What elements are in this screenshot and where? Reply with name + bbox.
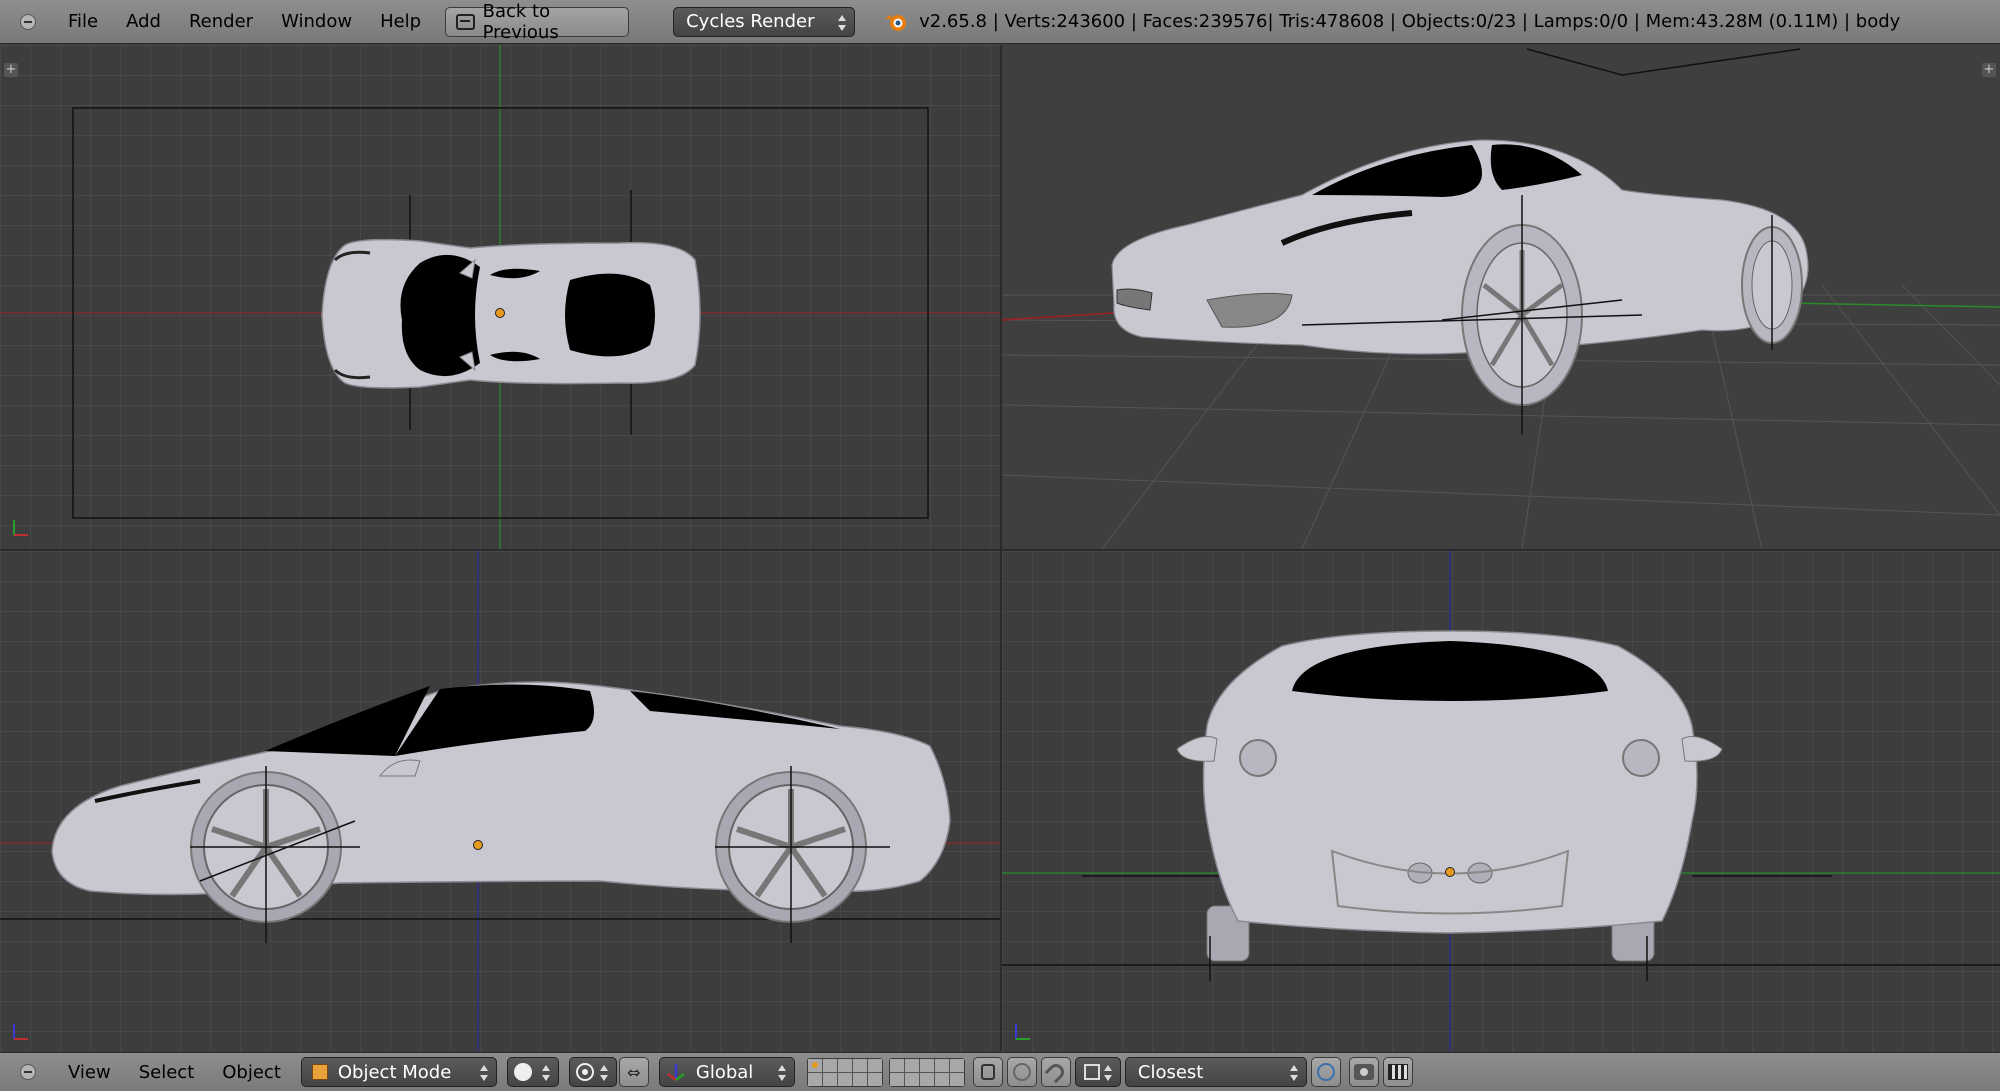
viewport-user-perspective[interactable]: + <box>1002 45 2000 549</box>
menu-select[interactable]: Select <box>125 1053 209 1091</box>
dropdown-arrows-icon <box>599 1063 608 1083</box>
menu-window[interactable]: Window <box>267 0 366 44</box>
opengl-render-image-button[interactable] <box>1348 1057 1379 1087</box>
perspective-scene <box>1002 48 2000 549</box>
orientation-axes-icon <box>666 1062 686 1082</box>
snap-toggle-button[interactable] <box>1040 1057 1071 1087</box>
snap-target-value: Closest <box>1137 1061 1204 1083</box>
dropdown-arrows-icon <box>1289 1063 1298 1083</box>
side-view-scene <box>0 551 1000 1051</box>
viewport-shading-icon <box>513 1063 532 1081</box>
proportional-edit-icon <box>1012 1063 1031 1081</box>
menu-help[interactable]: Help <box>366 0 435 44</box>
snap-align-rotation-button[interactable] <box>1310 1057 1341 1087</box>
pivot-icon <box>575 1063 594 1081</box>
dropdown-arrows-icon <box>479 1063 488 1083</box>
axis-orientation-icon <box>10 1021 30 1043</box>
menu-view[interactable]: View <box>54 1053 125 1091</box>
mode-dropdown[interactable]: Object Mode <box>300 1057 497 1087</box>
menu-render[interactable]: Render <box>175 0 267 44</box>
transform-orientation-dropdown[interactable]: Global <box>658 1057 795 1087</box>
blender-logo-icon <box>883 11 909 33</box>
top-view-scene <box>0 45 1000 549</box>
mode-value: Object Mode <box>337 1061 452 1083</box>
render-engine-dropdown[interactable]: Cycles Render <box>673 6 856 37</box>
object-mode-cube-icon <box>311 1064 328 1080</box>
back-view-scene <box>1002 551 2000 1051</box>
snap-icon <box>1044 1060 1068 1084</box>
scene-layers-grid-1[interactable] <box>806 1057 883 1087</box>
area-divider-horizontal[interactable] <box>0 549 2000 551</box>
lock-icon <box>980 1064 995 1080</box>
proportional-edit-button[interactable] <box>1006 1057 1037 1087</box>
menu-object[interactable]: Object <box>208 1053 295 1091</box>
manipulator-toggle-button[interactable]: ⇔ <box>618 1057 649 1087</box>
pivot-point-dropdown[interactable] <box>568 1057 617 1087</box>
viewport-top-ortho[interactable]: + <box>0 45 1000 549</box>
dropdown-arrows-icon <box>541 1063 550 1083</box>
3d-view-header: View Select Object Object Mode ⇔ Global <box>0 1052 2000 1091</box>
render-engine-value: Cycles Render <box>686 11 815 32</box>
menu-add[interactable]: Add <box>112 0 175 44</box>
align-rotation-icon <box>1316 1063 1335 1081</box>
axis-orientation-icon <box>10 517 30 539</box>
dropdown-arrows-icon <box>1103 1063 1112 1083</box>
back-to-previous-button[interactable]: Back to Previous <box>445 1 630 43</box>
viewport-right-ortho[interactable] <box>0 551 1000 1051</box>
area-collapse-icon[interactable] <box>20 13 36 30</box>
viewport-back-ortho[interactable] <box>1002 551 2000 1051</box>
snap-element-dropdown[interactable] <box>1074 1057 1121 1087</box>
lock-camera-button[interactable] <box>972 1057 1003 1087</box>
axis-orientation-icon <box>1012 1021 1032 1043</box>
area-divider-vertical[interactable] <box>1000 45 1002 1051</box>
snap-element-icon <box>1083 1064 1100 1080</box>
area-collapse-icon[interactable] <box>20 1064 36 1080</box>
back-arrow-icon <box>456 13 475 30</box>
scene-statistics: v2.65.8 | Verts:243600 | Faces:239576| T… <box>919 11 1901 32</box>
render-camera-icon <box>1353 1064 1374 1080</box>
menu-file[interactable]: File <box>54 0 112 44</box>
dropdown-arrows-icon <box>777 1063 786 1083</box>
info-header: File Add Render Window Help Back to Prev… <box>0 0 2000 44</box>
dropdown-arrows-icon <box>838 13 847 33</box>
back-to-previous-label: Back to Previous <box>482 0 559 43</box>
manipulator-icon: ⇔ <box>627 1062 641 1082</box>
transform-orientation-value: Global <box>695 1061 754 1083</box>
snap-target-dropdown[interactable]: Closest <box>1124 1057 1307 1087</box>
scene-layers-grid-2[interactable] <box>888 1057 965 1087</box>
viewport-shading-dropdown[interactable] <box>506 1057 559 1087</box>
render-animation-icon <box>1387 1064 1408 1080</box>
opengl-render-animation-button[interactable] <box>1382 1057 1413 1087</box>
